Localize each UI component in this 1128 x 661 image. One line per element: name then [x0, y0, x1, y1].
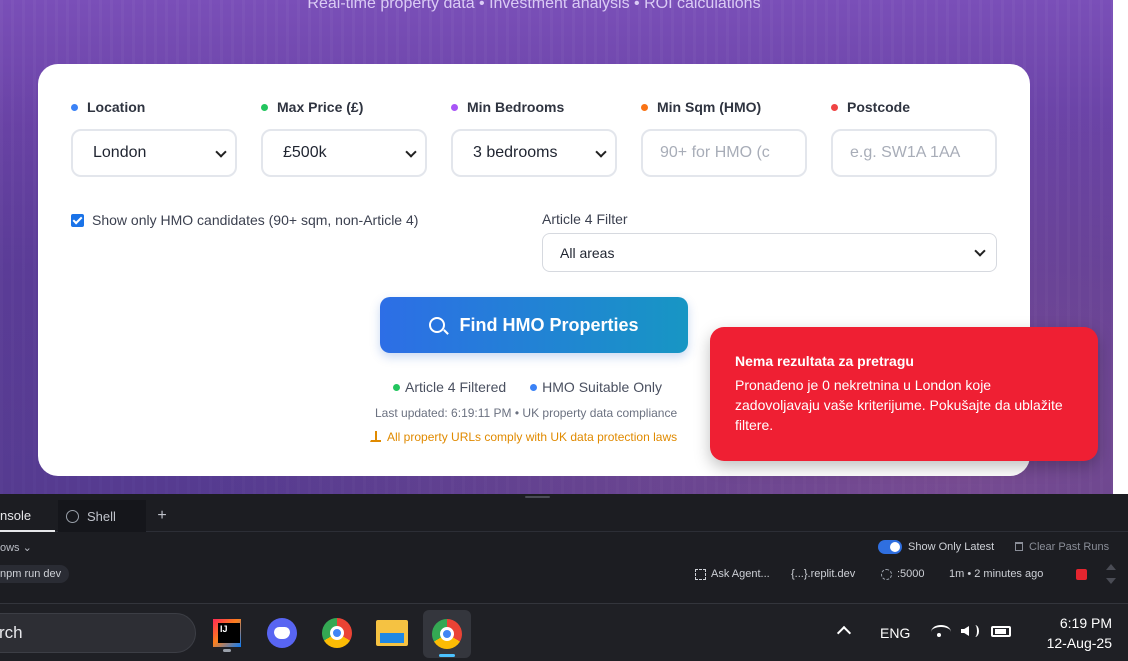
volume-wave-icon [971, 625, 979, 637]
location-label: Location [71, 98, 145, 116]
no-results-toast[interactable]: Nema rezultata za pretragu Pronađeno je … [710, 327, 1098, 461]
run-command-pill[interactable]: npm run dev [0, 565, 70, 583]
hmo-checkbox[interactable] [71, 213, 84, 227]
scroll-down-icon[interactable] [1106, 578, 1116, 584]
wifi-icon[interactable] [931, 625, 951, 639]
taskbar-file-explorer[interactable] [372, 613, 412, 653]
port-icon [881, 569, 892, 580]
legend-item: HMO Suitable Only [530, 379, 662, 395]
tab-console[interactable]: nsole [0, 500, 55, 532]
folder-icon [376, 620, 408, 646]
postcode-label: Postcode [831, 98, 910, 116]
chevron-down-icon [215, 146, 227, 158]
article4-select[interactable]: All areas [542, 233, 997, 272]
min-bedrooms-field: Min Bedrooms 3 bedrooms [451, 98, 617, 177]
postcode-input[interactable]: e.g. SW1A 1AA [831, 129, 997, 177]
taskbar-chrome-profile[interactable] [423, 610, 471, 658]
console-toolbar: ows ⌄ Show Only Latest Clear Past Runs [0, 538, 1128, 558]
sqm-dot-icon [641, 103, 648, 111]
location-select[interactable]: London [71, 129, 237, 177]
battery-icon[interactable] [991, 626, 1011, 637]
postcode-field: Postcode e.g. SW1A 1AA [831, 98, 997, 177]
dev-domain-link[interactable]: {...}.replit.dev [791, 568, 855, 580]
hmo-checkbox-label: Show only HMO candidates (90+ sqm, non-A… [92, 212, 419, 228]
chevron-down-icon [974, 245, 986, 257]
location-field: Location London [71, 98, 237, 177]
last-updated-text: Last updated: 6:19:11 PM • UK property d… [375, 406, 678, 420]
min-sqm-field: Min Sqm (HMO) 90+ for HMO (c [641, 98, 807, 177]
clear-past-runs-button[interactable]: Clear Past Runs [1029, 541, 1109, 553]
search-icon [429, 317, 446, 333]
location-dot-icon [71, 103, 78, 111]
max-price-select[interactable]: £500k [261, 129, 427, 177]
chevron-down-icon [595, 146, 607, 158]
trash-icon [1015, 542, 1023, 551]
workflows-dropdown[interactable]: ows ⌄ [0, 541, 32, 554]
legend-item: Article 4 Filtered [393, 379, 506, 395]
chevron-up-icon[interactable] [836, 625, 852, 641]
taskbar-discord[interactable] [262, 613, 302, 653]
postcode-dot-icon [831, 103, 838, 111]
panel-tabbar: nsole Shell + [0, 500, 1128, 532]
windows-taskbar: rch ENG 6:19 PM 12-Aug-25 [0, 603, 1128, 661]
screen: Real-time property data • Investment ana… [0, 0, 1128, 661]
clock-date: 12-Aug-25 [1046, 635, 1112, 651]
volume-icon[interactable] [961, 626, 969, 636]
taskbar-chrome[interactable] [317, 613, 357, 653]
panel-resize-handle[interactable] [525, 496, 550, 498]
chrome-icon [432, 619, 462, 649]
min-sqm-label: Min Sqm (HMO) [641, 98, 761, 116]
compliance-note: All property URLs comply with UK data pr… [370, 430, 677, 444]
green-dot-icon [393, 383, 400, 391]
find-hmo-button[interactable]: Find HMO Properties [380, 297, 688, 353]
bedrooms-dot-icon [451, 103, 458, 111]
shell-icon [66, 509, 79, 523]
clock-time: 6:19 PM [1059, 615, 1112, 631]
app-indicator [223, 649, 231, 652]
replit-console-panel: nsole Shell + ows ⌄ Show Only Latest Cle… [0, 494, 1128, 603]
add-tab-button[interactable]: + [155, 500, 169, 532]
stop-icon[interactable] [1076, 569, 1087, 580]
toast-body: Pronađeno je 0 nekretnina u London koje … [735, 377, 1063, 433]
min-bedrooms-label: Min Bedrooms [451, 98, 564, 116]
price-dot-icon [261, 103, 268, 111]
max-price-label: Max Price (£) [261, 98, 363, 116]
taskbar-search[interactable]: rch [0, 613, 196, 653]
agent-icon [695, 569, 706, 580]
scroll-up-icon[interactable] [1106, 564, 1116, 570]
filter-legend: Article 4 Filtered HMO Suitable Only [393, 379, 686, 395]
runtime-label: 1m • 2 minutes ago [949, 568, 1044, 580]
toast-title: Nema rezultata za pretragu [735, 353, 914, 369]
scale-icon [370, 430, 381, 442]
min-sqm-input[interactable]: 90+ for HMO (c [641, 129, 807, 177]
article4-label: Article 4 Filter [542, 211, 628, 227]
run-status-bar: npm run dev Ask Agent... {...}.replit.de… [0, 564, 1128, 586]
blue-dot-icon [530, 383, 538, 391]
system-clock[interactable]: 6:19 PM 12-Aug-25 [1032, 613, 1112, 653]
port-label[interactable]: :5000 [897, 568, 925, 580]
chevron-down-icon [405, 146, 417, 158]
chrome-icon [322, 618, 352, 648]
min-bedrooms-select[interactable]: 3 bedrooms [451, 129, 617, 177]
hero-tagline: Real-time property data • Investment ana… [307, 0, 761, 12]
discord-icon [267, 618, 297, 648]
hmo-checkbox-row[interactable]: Show only HMO candidates (90+ sqm, non-A… [71, 212, 418, 228]
ask-agent-button[interactable]: Ask Agent... [711, 568, 770, 580]
window-edge [1113, 0, 1128, 494]
tab-shell[interactable]: Shell [58, 500, 146, 532]
browser-viewport: Real-time property data • Investment ana… [0, 0, 1120, 494]
language-indicator[interactable]: ENG [880, 625, 910, 641]
intellij-icon [213, 619, 241, 647]
show-latest-toggle[interactable] [878, 540, 902, 554]
show-latest-label: Show Only Latest [908, 541, 995, 553]
app-indicator [439, 654, 455, 657]
taskbar-intellij[interactable] [207, 613, 247, 653]
max-price-field: Max Price (£) £500k [261, 98, 427, 177]
